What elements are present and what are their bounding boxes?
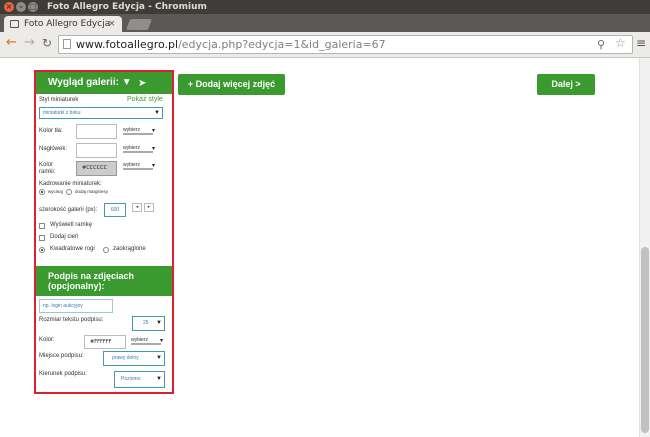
- frame-color-label: Kolor: [39, 162, 54, 168]
- thumbnail-style-label: Styl miniaturek: [39, 97, 79, 103]
- header-color-input[interactable]: [76, 143, 117, 158]
- caption-position-value: prawy dolny: [112, 355, 139, 361]
- chevron-down-icon: ▼: [156, 376, 162, 382]
- add-shadow-label: Dodaj cień: [50, 234, 79, 240]
- back-arrow-icon[interactable]: ←: [6, 36, 17, 50]
- crop-margins-radio[interactable]: [66, 189, 72, 195]
- address-bar[interactable]: www.fotoallegro.pl/edycja.php?edycja=1&i…: [58, 35, 633, 54]
- page-icon: [63, 39, 71, 49]
- tab-close-icon[interactable]: ×: [108, 16, 116, 32]
- show-frame-checkbox[interactable]: [39, 223, 45, 229]
- thumbnail-style-value: miniaturki z boku: [43, 110, 81, 116]
- caption-color-picker[interactable]: wybierz: [131, 337, 161, 345]
- add-more-photos-button[interactable]: + Dodaj więcej zdjęć: [178, 74, 285, 95]
- crop-margins-label: dodaj marginesy: [75, 189, 109, 194]
- rounded-corners-label: zaokrąglone: [113, 246, 146, 252]
- add-shadow-checkbox[interactable]: [39, 235, 45, 241]
- caption-text-input[interactable]: np. login aukcyjny: [39, 299, 113, 313]
- captions-header: Podpis na zdjęciach (opcjonalny):: [36, 266, 172, 296]
- width-decrease-button[interactable]: ◂: [132, 203, 142, 212]
- gallery-width-label: szerokość galerii (px):: [39, 207, 98, 213]
- caption-size-select[interactable]: 25 ▼: [132, 316, 165, 331]
- tab-label: Foto Allegro Edycja: [24, 19, 111, 29]
- header-color-label: Nagłówek:: [39, 146, 68, 152]
- chevron-down-icon: ▼: [156, 320, 162, 326]
- chevron-down-icon: ▾: [152, 145, 156, 152]
- chevron-down-icon: ▾: [152, 127, 156, 134]
- rounded-corners-radio[interactable]: [103, 247, 109, 253]
- frame-color-picker[interactable]: wybierz: [123, 162, 153, 170]
- chevron-down-icon: ▾: [160, 337, 164, 344]
- frame-color-label-2: ramki:: [39, 169, 56, 175]
- caption-direction-label: Kierunek podpisu:: [39, 371, 88, 377]
- crop-label: Kadrowanie miniaturek:: [39, 181, 102, 187]
- gallery-width-input[interactable]: 600: [104, 203, 126, 217]
- caption-size-label: Rozmiar tekstu podpisu:: [39, 317, 104, 323]
- menu-icon[interactable]: ≡: [636, 36, 646, 50]
- chevron-down-icon: ▾: [152, 162, 156, 169]
- camera-favicon-icon: [10, 20, 19, 28]
- caption-size-value: 25: [143, 320, 149, 326]
- width-increase-button[interactable]: ▸: [144, 203, 154, 212]
- tab-active[interactable]: Foto Allegro Edycja ×: [4, 16, 122, 32]
- square-corners-radio[interactable]: [39, 247, 45, 253]
- forward-arrow-icon[interactable]: →: [24, 36, 35, 50]
- background-color-label: Kolor tła:: [39, 128, 63, 134]
- search-icon[interactable]: ⚲: [597, 36, 605, 53]
- captions-subtitle: (opcjonalny):: [48, 281, 105, 291]
- gallery-look-title: Wygląd galerii: ▼: [48, 77, 132, 88]
- frame-color-input[interactable]: #CCCCCC: [76, 161, 117, 176]
- url-host: www.fotoallegro.pl: [76, 38, 179, 51]
- caption-direction-select[interactable]: Poziomo ▼: [114, 371, 165, 388]
- reload-icon[interactable]: ↻: [42, 36, 52, 50]
- close-window-icon[interactable]: ×: [4, 2, 14, 12]
- caption-position-select[interactable]: prawy dolny ▼: [103, 351, 165, 366]
- background-color-input[interactable]: [76, 124, 117, 139]
- mouse-cursor-icon: ➤: [138, 78, 147, 89]
- show-frame-label: Wyświetl ramkę: [50, 222, 92, 228]
- background-color-picker[interactable]: wybierz: [123, 127, 153, 135]
- square-corners-label: Kwadratowe rogi: [50, 246, 95, 252]
- maximize-window-icon[interactable]: □: [28, 2, 38, 12]
- captions-title: Podpis na zdjęciach: [48, 271, 135, 281]
- bookmark-star-icon[interactable]: ☆: [615, 35, 626, 52]
- caption-color-label: Kolor:: [39, 337, 55, 343]
- minimize-window-icon[interactable]: –: [16, 2, 26, 12]
- new-tab-button[interactable]: [125, 19, 153, 30]
- caption-color-input[interactable]: #FFFFFF: [84, 335, 126, 349]
- caption-direction-value: Poziomo: [121, 376, 141, 382]
- window-title: Foto Allegro Edycja - Chromium: [47, 2, 207, 12]
- chevron-down-icon: ▼: [156, 355, 162, 361]
- next-button[interactable]: Dalej >: [537, 74, 595, 95]
- thumbnail-style-select[interactable]: miniaturki z boku ▼: [39, 107, 163, 119]
- gallery-look-header[interactable]: Wygląd galerii: ▼: [36, 72, 172, 94]
- window-titlebar: × – □ Foto Allegro Edycja - Chromium: [0, 0, 650, 14]
- header-color-picker[interactable]: wybierz: [123, 145, 153, 153]
- scrollbar-thumb[interactable]: [641, 247, 649, 433]
- crop-cut-radio[interactable]: [39, 189, 45, 195]
- crop-cut-label: wycinaj: [48, 189, 63, 194]
- caption-position-label: Miejsce podpisu:: [39, 353, 84, 359]
- show-styles-link[interactable]: Pokaż style: [127, 96, 163, 103]
- url-path: /edycja.php?edycja=1&id_galeria=67: [178, 38, 386, 51]
- chevron-down-icon: ▼: [154, 110, 160, 116]
